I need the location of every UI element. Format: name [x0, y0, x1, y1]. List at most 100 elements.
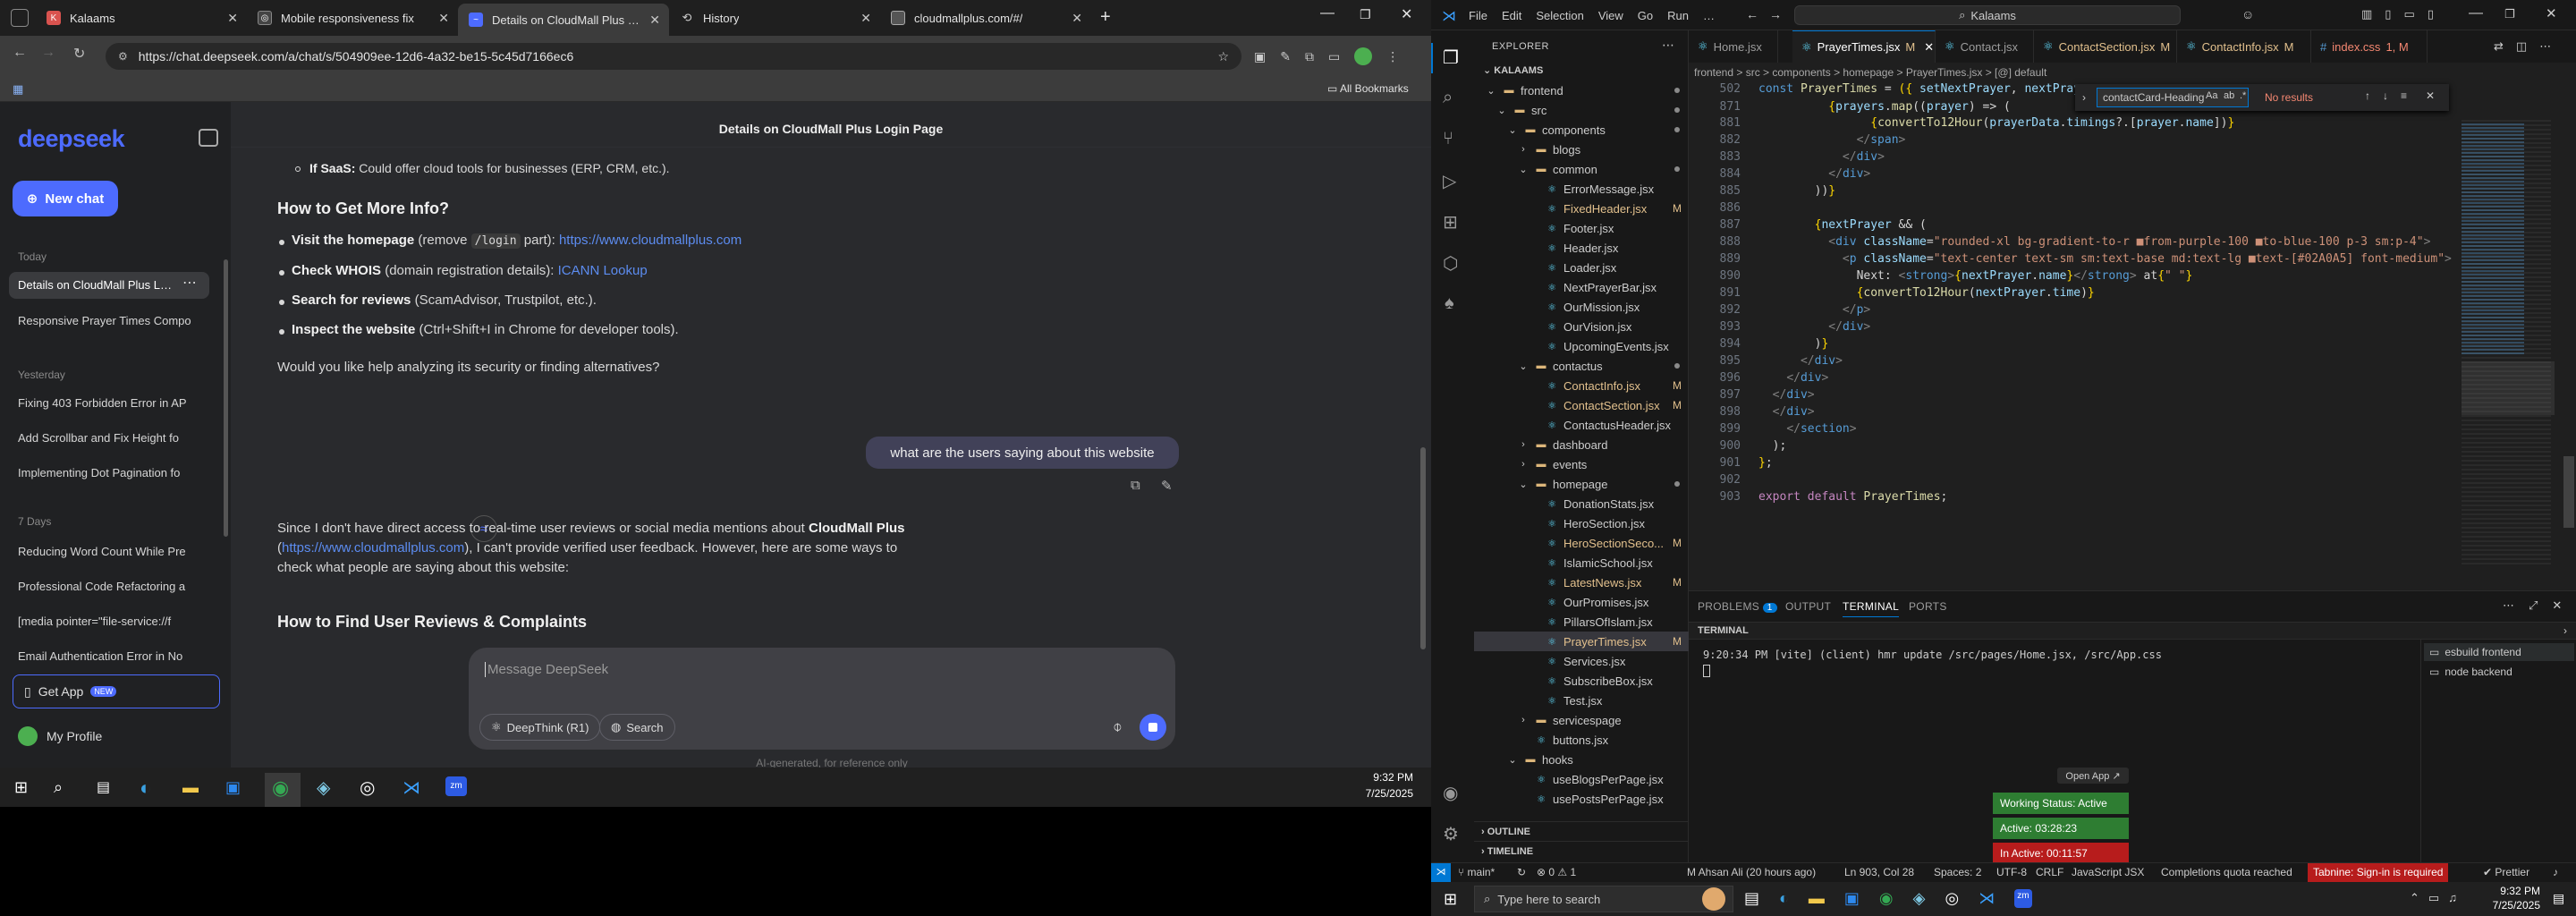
close-panel-icon[interactable]: ✕ [2552, 598, 2562, 613]
file-item[interactable]: ⚛ ContactSection.jsx M [1474, 395, 1689, 415]
close-find-icon[interactable]: ✕ [2426, 89, 2435, 102]
code-line[interactable]: 896 </div> [1689, 369, 2440, 386]
code-line[interactable]: 885 ))} [1689, 182, 2440, 199]
code-line[interactable]: 895 </div> [1689, 352, 2440, 369]
extension-icon[interactable]: ▣ [1254, 49, 1266, 64]
code-line[interactable]: 884 </div> [1689, 165, 2440, 182]
folder-item[interactable]: › ▬ dashboard [1474, 435, 1689, 454]
whole-word-icon[interactable]: ab [2224, 90, 2234, 101]
file-item[interactable]: ⚛ Test.jsx [1474, 691, 1689, 710]
folder-item[interactable]: ⌄ ▬ frontend [1474, 81, 1689, 100]
tab-contact[interactable]: ⚛ Contact.jsx [1936, 30, 2034, 63]
end-of-line[interactable]: CRLF [2036, 866, 2063, 878]
clock-time[interactable]: 9:32 PM [2478, 885, 2540, 897]
command-center[interactable]: ⌕ Kalaams [1794, 5, 2181, 25]
folder-item[interactable]: › ▬ events [1474, 454, 1689, 474]
tab-prayertimes[interactable]: ⚛ PrayerTimes.jsx M ✕ [1792, 30, 1936, 63]
terminal-esbuild[interactable]: ▭ esbuild frontend [2424, 643, 2574, 661]
chat-item[interactable]: Reducing Word Count While Pre [18, 544, 201, 560]
folder-item[interactable]: ⌄ ▬ contactus [1474, 356, 1689, 376]
run-debug-icon[interactable]: ▷ [1443, 170, 1456, 192]
completions-status[interactable]: Completions quota reached [2161, 866, 2292, 878]
file-item[interactable]: ⚛ PillarsOfIslam.jsx [1474, 612, 1689, 632]
file-item[interactable]: ⚛ DonationStats.jsx [1474, 494, 1689, 513]
file-item[interactable]: ⚛ FixedHeader.jsx M [1474, 199, 1689, 218]
chat-item[interactable]: Implementing Dot Pagination fo [18, 465, 201, 481]
git-blame[interactable]: M Ahsan Ali (20 hours ago) [1687, 866, 1816, 878]
new-tab-icon[interactable]: + [1100, 7, 1111, 28]
vscode-icon[interactable]: ⋊ [402, 776, 420, 799]
timeline-section[interactable]: › TIMELINE [1474, 841, 1689, 861]
file-item[interactable]: ⚛ useBlogsPerPage.jsx [1474, 769, 1689, 789]
get-app-button[interactable]: ▯ Get App NEW [13, 674, 220, 708]
network-icon[interactable]: ▭ [2428, 891, 2439, 905]
editor-scrollbar[interactable] [2563, 456, 2574, 528]
close-tab-icon[interactable]: ✕ [1072, 11, 1082, 26]
github-desktop-icon[interactable]: ◎ [360, 776, 375, 799]
panel-more-icon[interactable]: ⋯ [2503, 598, 2514, 613]
close-tab-icon[interactable]: ✕ [1924, 40, 1934, 55]
code-line[interactable]: 894 )} [1689, 335, 2440, 352]
tab-terminal[interactable]: TERMINAL [1843, 600, 1900, 617]
branch-status[interactable]: ⑂ main* [1458, 866, 1495, 878]
folder-item[interactable]: ⌄ ▬ hooks [1474, 750, 1689, 769]
store-icon[interactable]: ▣ [225, 778, 241, 797]
file-explorer-icon[interactable]: ▬ [182, 778, 199, 797]
tab-contactinfo[interactable]: ⚛ ContactInfo.jsx M [2177, 30, 2311, 63]
explorer-more-icon[interactable]: ⋯ [1662, 38, 1674, 53]
browser-tab-kalaams[interactable]: K Kalaams ✕ [36, 4, 247, 32]
file-explorer-icon[interactable]: ▬ [1809, 889, 1825, 908]
code-line[interactable]: 889 <p className="text-center text-sm sm… [1689, 250, 2452, 267]
task-view-icon[interactable]: ▤ [97, 778, 110, 796]
puzzle-icon[interactable]: ⧉ [1305, 49, 1314, 64]
menu-run[interactable]: Run [1667, 9, 1689, 22]
folder-item[interactable]: ⌄ ▬ homepage [1474, 474, 1689, 494]
omnibox[interactable]: ⚙ https://chat.deepseek.com/a/chat/s/504… [106, 43, 1241, 70]
copilot-icon[interactable]: ☺ [2241, 7, 2254, 21]
code-line[interactable]: 888 <div className="rounded-xl bg-gradie… [1689, 233, 2440, 250]
zoom-icon[interactable]: zm [445, 776, 467, 796]
tab-search-icon[interactable] [11, 9, 29, 27]
chat-item[interactable]: Email Authentication Error in No [18, 649, 201, 665]
chat-item[interactable]: Details on CloudMall Plus Login [18, 277, 174, 293]
file-item[interactable]: ⚛ SubscribeBox.jsx [1474, 671, 1689, 691]
sync-icon[interactable]: ↻ [1517, 866, 1526, 878]
bookmark-star-icon[interactable]: ☆ [1217, 49, 1229, 64]
maximize-icon[interactable]: ❐ [1360, 7, 1371, 22]
menu-more[interactable]: … [1703, 9, 1715, 22]
file-item[interactable]: ⚛ LatestNews.jsx M [1474, 572, 1689, 592]
close-tab-icon[interactable]: ✕ [438, 11, 449, 26]
menu-view[interactable]: View [1598, 9, 1623, 22]
remote-indicator[interactable]: ⋊ [1431, 863, 1451, 882]
site-info-icon[interactable]: ⚙ [118, 50, 128, 63]
problems-status[interactable]: ⊗ 0 ⚠ 1 [1537, 866, 1576, 878]
tab-indexcss[interactable]: # index.css 1, M [2311, 30, 2428, 63]
folder-item[interactable]: ⌄ ▬ components [1474, 120, 1689, 140]
sidebar-icon[interactable]: ▭ [1328, 49, 1340, 64]
indentation[interactable]: Spaces: 2 [1934, 866, 1981, 878]
code-line[interactable]: 893 </div> [1689, 318, 2440, 335]
manage-gear-icon[interactable]: ⚙ [1443, 823, 1459, 845]
more-actions-icon[interactable]: ⋯ [2539, 39, 2551, 54]
vscode-icon[interactable]: ⋊ [1979, 889, 1995, 908]
accounts-icon[interactable]: ◉ [1443, 782, 1458, 804]
toggle-panel-icon[interactable]: ▭ [2403, 7, 2414, 21]
tab-contactsection[interactable]: ⚛ ContactSection.jsx M [2034, 30, 2177, 63]
file-item[interactable]: ⚛ OurMission.jsx [1474, 297, 1689, 317]
menu-edit[interactable]: Edit [1502, 9, 1521, 22]
file-item[interactable]: ⚛ ContactInfo.jsx M [1474, 376, 1689, 395]
code-line[interactable]: 882 </span> [1689, 131, 2440, 148]
github-desktop-icon[interactable]: ◎ [1945, 889, 1959, 908]
code-line[interactable]: 902 [1689, 471, 2440, 488]
close-tab-icon[interactable]: ✕ [227, 11, 238, 26]
clock-date[interactable]: 7/25/2025 [1360, 787, 1413, 800]
file-item[interactable]: ⚛ HeroSectionSeco... M [1474, 533, 1689, 553]
terminal-cursor[interactable] [1703, 665, 1710, 677]
file-item[interactable]: ⚛ PrayerTimes.jsx M [1474, 632, 1689, 651]
folder-item[interactable]: › ▬ blogs [1474, 140, 1689, 159]
code-line[interactable]: 891 {convertTo12Hour(nextPrayer.time)} [1689, 284, 2440, 301]
minimize-icon[interactable]: — [2469, 5, 2483, 21]
browser-tab-cloudmall[interactable]: cloudmallplus.com/#/ ✕ [880, 4, 1091, 32]
close-window-icon[interactable]: ✕ [1401, 5, 1412, 23]
cursor-position[interactable]: Ln 903, Col 28 [1844, 866, 1914, 878]
